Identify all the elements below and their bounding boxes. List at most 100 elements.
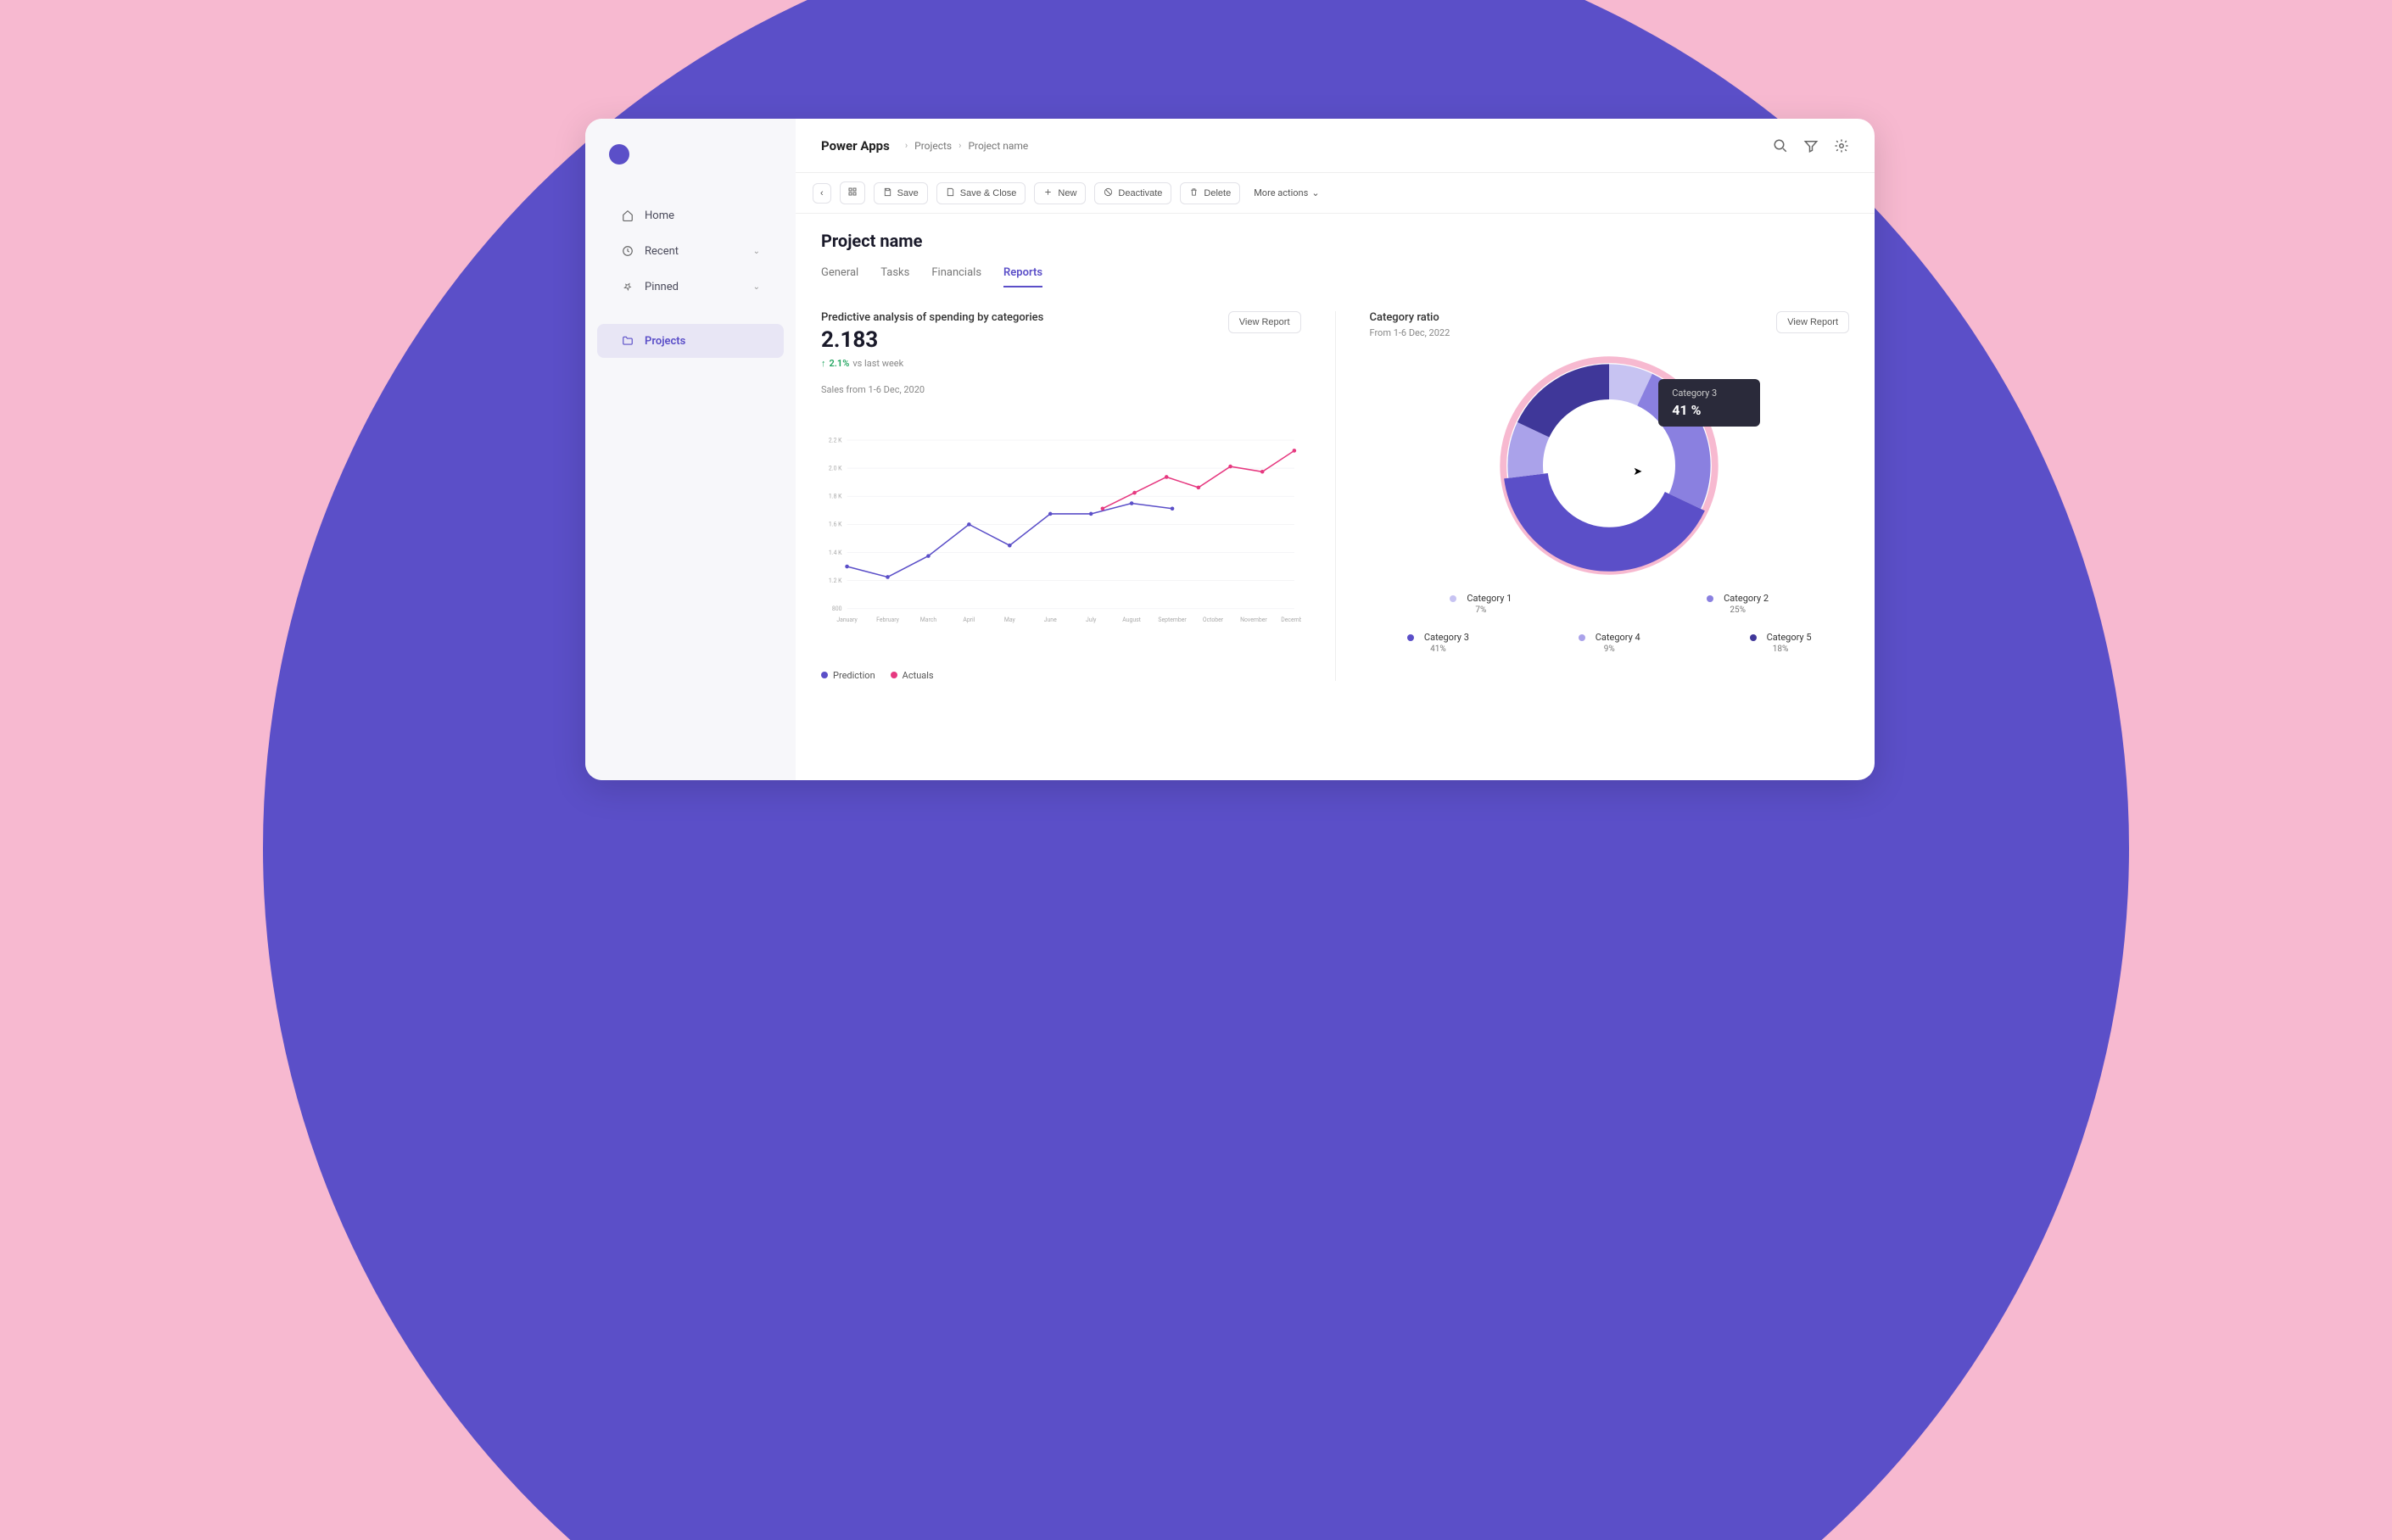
legend-dot-icon [1579,634,1585,641]
chevron-down-icon: ⌄ [753,247,760,256]
legend-dot-icon [821,672,828,678]
sidebar-item-label: Home [645,209,674,222]
sidebar: Home Recent ⌄ Pinned ⌄ Projects [585,119,796,780]
button-label: New [1058,188,1076,198]
arrow-up-icon: ↑ [821,358,826,369]
chevron-down-icon: ⌄ [1311,187,1319,198]
predictive-analysis-panel: Predictive analysis of spending by categ… [821,311,1301,681]
back-button[interactable]: ‹ [813,183,831,204]
trash-icon [1189,187,1199,199]
legend-pct: 25% [1730,605,1746,615]
category-ratio-panel: Category ratio From 1-6 Dec, 2022 View R… [1335,311,1850,681]
chart-subtitle: Sales from 1-6 Dec, 2020 [821,384,1301,395]
grid-button[interactable] [840,181,865,204]
home-icon [621,209,634,222]
svg-text:November: November [1240,617,1267,623]
legend-item: Prediction [821,670,875,681]
svg-text:September: September [1158,617,1187,623]
more-actions-button[interactable]: More actions ⌄ [1254,187,1319,198]
legend-pct: 18% [1773,644,1789,654]
legend-pct: 7% [1475,605,1486,615]
delta-indicator: ↑ 2.1% vs last week [821,358,1043,369]
action-bar: ‹ Save Save & Close New Deactivat [796,173,1875,214]
svg-text:May: May [1004,617,1016,623]
button-label: Save & Close [960,188,1017,198]
line-chart-legend: Prediction Actuals [821,670,1301,681]
tab-tasks[interactable]: Tasks [880,266,909,287]
clock-icon [621,244,634,258]
legend-dot-icon [1450,595,1456,602]
breadcrumb-item[interactable]: Projects [914,140,952,152]
button-label: Delete [1204,188,1231,198]
chevron-left-icon: ‹ [820,188,824,198]
tooltip-category: Category 3 [1672,388,1746,399]
legend-label: Category 2 [1724,593,1769,604]
delete-button[interactable]: Delete [1180,182,1240,204]
svg-text:August: August [1122,617,1141,623]
sidebar-item-recent[interactable]: Recent ⌄ [597,234,784,268]
delta-text: vs last week [852,358,903,369]
filter-icon[interactable] [1803,138,1819,153]
svg-text:April: April [963,617,975,623]
legend-item: Actuals [891,670,934,681]
button-label: Deactivate [1118,188,1162,198]
svg-text:December: December [1281,617,1300,623]
content-area: Project name General Tasks Financials Re… [796,214,1875,780]
svg-text:1.4 K: 1.4 K [829,550,842,556]
cursor-icon: ➤ [1633,466,1642,478]
app-window: Home Recent ⌄ Pinned ⌄ Projects P [585,119,1875,780]
big-number: 2.183 [821,327,1043,353]
svg-text:1.8 K: 1.8 K [829,494,842,500]
grid-icon [847,187,858,199]
sidebar-item-home[interactable]: Home [597,198,784,232]
legend-item: Category 225% [1626,593,1849,615]
sidebar-item-pinned[interactable]: Pinned ⌄ [597,270,784,304]
legend-item: Category 49% [1540,632,1678,654]
view-report-button[interactable]: View Report [1776,311,1849,333]
panel-title: Category ratio [1370,311,1450,324]
sidebar-item-label: Projects [645,335,685,348]
tab-reports[interactable]: Reports [1003,266,1042,287]
breadcrumb-sep: › [958,140,961,151]
legend-item: Category 17% [1370,593,1593,615]
save-icon [946,187,955,199]
svg-text:1.2 K: 1.2 K [829,578,842,584]
deactivate-button[interactable]: Deactivate [1094,182,1171,204]
donut-legend-bottom: Category 341% Category 49% Category 518% [1370,632,1850,654]
legend-item: Category 518% [1712,632,1849,654]
svg-text:1.6 K: 1.6 K [829,522,842,528]
breadcrumb-item[interactable]: Project name [968,140,1028,152]
tab-general[interactable]: General [821,266,858,287]
gear-icon[interactable] [1834,138,1849,153]
legend-pct: 41% [1430,644,1446,654]
new-button[interactable]: New [1034,182,1086,204]
donut-legend-top: Category 17% Category 225% [1370,593,1850,615]
panel-title: Predictive analysis of spending by categ… [821,311,1043,324]
legend-item: Category 341% [1370,632,1507,654]
save-close-button[interactable]: Save & Close [936,182,1026,204]
plus-icon [1043,187,1053,199]
legend-dot-icon [1707,595,1713,602]
legend-label: Category 4 [1596,632,1640,643]
tab-financials[interactable]: Financials [931,266,981,287]
sidebar-item-label: Pinned [645,281,679,293]
view-report-button[interactable]: View Report [1228,311,1301,333]
svg-text:800: 800 [832,605,842,612]
brand-name: Power Apps [821,138,890,153]
page-title: Project name [821,231,1849,251]
legend-label: Category 1 [1467,593,1512,604]
tabs: General Tasks Financials Reports [821,266,1849,287]
save-button[interactable]: Save [874,182,928,204]
save-icon [883,187,892,199]
legend-label: Category 5 [1767,632,1812,643]
legend-dot-icon [1750,634,1757,641]
button-label: More actions [1254,187,1308,198]
svg-text:February: February [876,617,899,623]
folder-icon [621,334,634,348]
svg-text:June: June [1044,617,1057,623]
breadcrumb-sep: › [905,140,908,151]
svg-text:July: July [1086,617,1097,623]
sidebar-item-projects[interactable]: Projects [597,324,784,358]
search-icon[interactable] [1773,138,1788,153]
line-chart: 2.2 K2.0 K1.8 K1.6 K1.4 K1.2 K800January… [821,404,1301,658]
